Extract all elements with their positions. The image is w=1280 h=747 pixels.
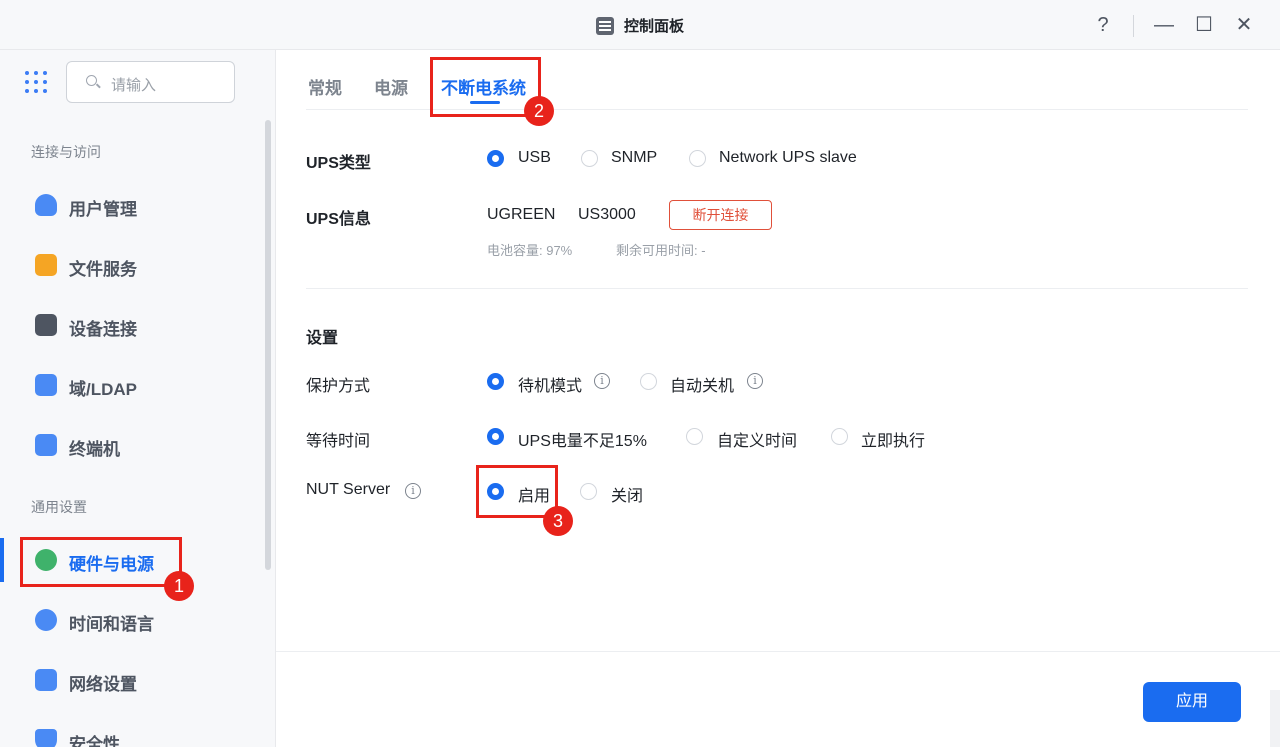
minimize-button[interactable]: —	[1151, 12, 1177, 38]
ups-type-snmp-radio[interactable]	[581, 150, 598, 167]
ups-brand: UGREEN	[487, 206, 556, 223]
help-button[interactable]: ?	[1090, 12, 1116, 38]
sidebar-item-security[interactable]: 安全性	[20, 715, 260, 747]
nut-server-label: NUT Server	[306, 481, 391, 498]
protection-standby-radio[interactable]	[487, 373, 504, 390]
terminal-icon	[35, 434, 57, 456]
disconnect-button[interactable]: 断开连接	[669, 200, 772, 230]
battery-capacity: 电池容量: 97%	[487, 243, 573, 258]
protection-standby-label[interactable]: 待机模式	[518, 372, 582, 396]
sidebar-item-user-management[interactable]: 用户管理	[20, 180, 260, 230]
annotation-box-1	[20, 537, 182, 587]
search-placeholder: 请输入	[111, 77, 157, 94]
annotation-badge-1: 1	[164, 571, 194, 601]
sidebar-item-device-connection[interactable]: 设备连接	[20, 300, 260, 350]
close-button[interactable]: ✕	[1231, 12, 1257, 38]
section-divider	[306, 288, 1248, 289]
title-bar-divider	[1133, 15, 1134, 37]
nut-disable-radio[interactable]	[580, 483, 597, 500]
sidebar-item-domain-ldap[interactable]: 域/LDAP	[20, 360, 260, 410]
tab-bar: 常规 电源 不断电系统	[276, 50, 1280, 110]
wait-low-battery-label[interactable]: UPS电量不足15%	[518, 427, 647, 451]
sidebar-item-label: 文件服务	[69, 260, 137, 279]
sidebar-item-network-settings[interactable]: 网络设置	[20, 655, 260, 705]
sidebar-scrollbar[interactable]	[265, 120, 271, 570]
sidebar-item-label: 网络设置	[69, 675, 137, 694]
user-icon	[35, 194, 57, 216]
window-title: 控制面板	[0, 15, 1280, 36]
wait-time-label: 等待时间	[306, 433, 371, 450]
annotation-badge-3: 3	[543, 506, 573, 536]
device-icon	[35, 314, 57, 336]
apply-button[interactable]: 应用	[1143, 682, 1241, 722]
ups-type-network-slave-radio[interactable]	[689, 150, 706, 167]
sidebar-item-label: 设备连接	[69, 320, 137, 339]
tab-power[interactable]: 电源	[374, 74, 408, 99]
tab-general[interactable]: 常规	[308, 74, 342, 99]
title-bar: 控制面板 ? — ☐ ✕	[0, 0, 1280, 50]
nut-server-info-icon[interactable]: i	[405, 483, 421, 499]
apps-grid-icon[interactable]	[25, 71, 47, 93]
ups-type-network-slave-label[interactable]: Network UPS slave	[719, 149, 857, 167]
protection-auto-shutdown-radio[interactable]	[640, 373, 657, 390]
sidebar-item-label: 时间和语言	[69, 615, 154, 634]
wait-low-battery-radio[interactable]	[487, 428, 504, 445]
remaining-time: 剩余可用时间: -	[616, 243, 706, 258]
active-indicator	[0, 538, 4, 582]
sidebar-item-time-language[interactable]: 时间和语言	[20, 595, 260, 645]
sidebar-item-label: 安全性	[69, 735, 120, 747]
auto-shutdown-info-icon[interactable]: i	[747, 373, 763, 389]
ups-type-usb-radio[interactable]	[487, 150, 504, 167]
sidebar-item-label: 域/LDAP	[69, 380, 137, 399]
wait-custom-time-label[interactable]: 自定义时间	[717, 427, 797, 451]
footer-divider	[276, 651, 1280, 652]
ups-info-label: UPS信息	[306, 211, 371, 228]
wait-custom-time-radio[interactable]	[686, 428, 703, 445]
maximize-button[interactable]: ☐	[1191, 12, 1217, 38]
search-icon	[86, 75, 97, 86]
wait-immediate-radio[interactable]	[831, 428, 848, 445]
domain-icon	[35, 374, 57, 396]
protection-auto-shutdown-label[interactable]: 自动关机	[670, 372, 734, 396]
sidebar-item-label: 用户管理	[69, 200, 137, 219]
ups-type-usb-label[interactable]: USB	[518, 149, 551, 167]
ups-model: US3000	[578, 206, 636, 223]
ups-type-snmp-label[interactable]: SNMP	[611, 149, 657, 167]
folder-icon	[35, 254, 57, 276]
section-connection-access: 连接与访问	[31, 144, 101, 160]
sidebar-item-label: 终端机	[69, 440, 120, 459]
search-input[interactable]: 请输入	[66, 61, 235, 103]
sidebar: 请输入 连接与访问 用户管理 文件服务 设备连接 域/LDAP 终端机 通用设置…	[0, 50, 276, 747]
globe-icon	[35, 609, 57, 631]
control-panel-icon	[595, 17, 614, 35]
nut-disable-label[interactable]: 关闭	[611, 482, 643, 506]
window-title-text: 控制面板	[623, 18, 684, 35]
main-scrollbar[interactable]	[1270, 690, 1280, 747]
ups-type-label: UPS类型	[306, 155, 371, 172]
network-icon	[35, 669, 57, 691]
sidebar-item-file-services[interactable]: 文件服务	[20, 240, 260, 290]
shield-icon	[35, 729, 57, 747]
wait-immediate-label[interactable]: 立即执行	[861, 427, 925, 451]
standby-info-icon[interactable]: i	[594, 373, 610, 389]
sidebar-item-terminal[interactable]: 终端机	[20, 420, 260, 470]
protection-mode-label: 保护方式	[306, 378, 371, 395]
section-general-settings: 通用设置	[31, 499, 87, 515]
settings-heading: 设置	[306, 330, 339, 347]
annotation-box-3	[476, 465, 558, 518]
annotation-badge-2: 2	[524, 96, 554, 126]
